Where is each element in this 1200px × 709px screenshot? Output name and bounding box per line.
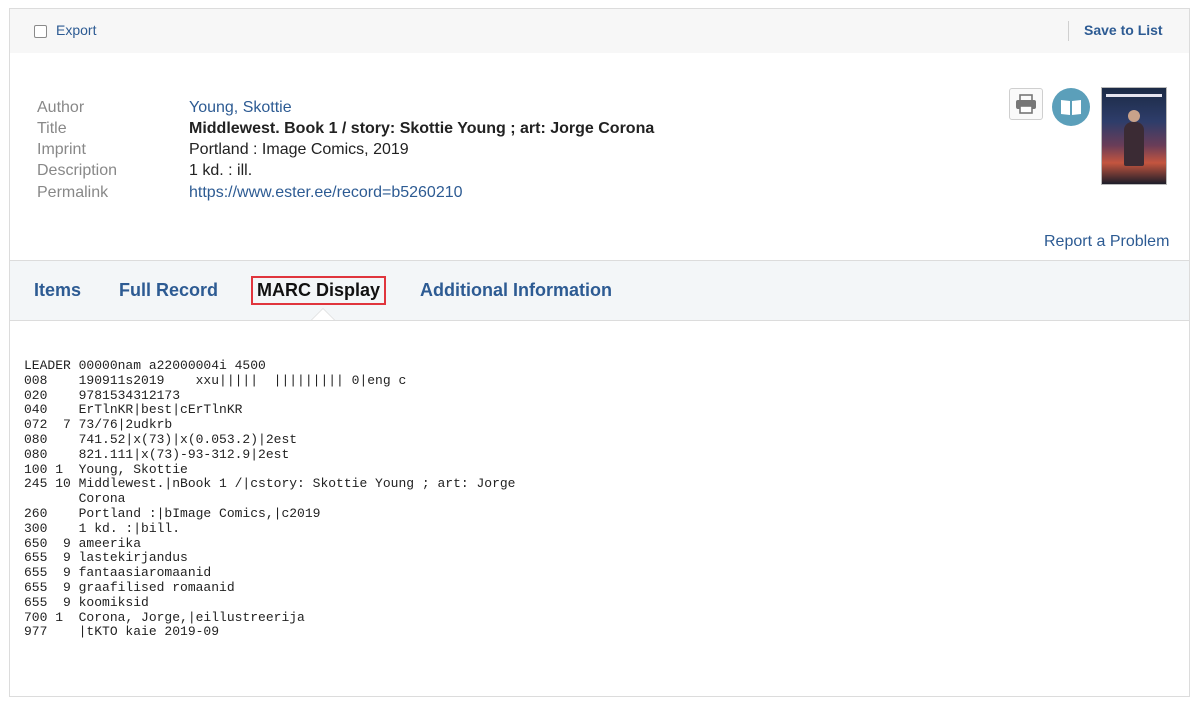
active-tab-pointer [312,309,334,320]
marc-line: 300 1 kd. :|bill. [24,520,181,536]
description-label: Description [37,162,118,179]
imprint-label: Imprint [37,141,86,158]
read-online-button[interactable] [1052,88,1090,126]
title-label: Title [37,120,67,137]
marc-line: 245 10 Middlewest.|nBook 1 /|cstory: Sko… [24,476,516,492]
marc-line: 072 7 73/76|2udkrb [24,417,173,433]
cover-title-strip [1106,94,1162,97]
tab-items[interactable]: Items [34,280,81,301]
marc-line: 655 9 koomiksid [24,594,149,610]
marc-line: 080 741.52|x(73)|x(0.053.2)|2est [24,431,298,447]
marc-line: 650 9 ameerika [24,535,142,551]
save-to-list-link[interactable]: Save to List [1084,22,1163,38]
tab-full-record[interactable]: Full Record [119,280,218,301]
marc-line: 977 |tKTO kaie 2019-09 [24,624,220,640]
record-toolbar: Export Save to List [10,9,1189,54]
title-value: Middlewest. Book 1 / story: Skottie Youn… [189,120,655,137]
description-value: 1 kd. : ill. [189,162,253,179]
permalink-link[interactable]: https://www.ester.ee/record=b5260210 [189,184,463,202]
export-checkbox[interactable] [34,25,47,38]
print-button[interactable] [1009,88,1043,120]
author-link[interactable]: Young, Skottie [189,99,292,117]
marc-line: 260 Portland :|bImage Comics,|c2019 [24,505,321,521]
marc-line: 655 9 lastekirjandus [24,550,188,566]
toolbar-divider [1068,21,1069,41]
marc-line: 655 9 fantaasiaromaanid [24,565,212,581]
marc-line: 040 ErTlnKR|best|cErTlnKR [24,402,243,418]
marc-record-listing: LEADER 00000nam a22000004i 4500 008 1909… [24,358,516,640]
tab-marc-display[interactable]: MARC Display [251,276,387,305]
marc-line: 008 190911s2019 xxu||||| ||||||||| 0|eng… [24,372,407,388]
report-problem-link[interactable]: Report a Problem [1044,233,1169,251]
permalink-label: Permalink [37,184,109,201]
export-label[interactable]: Export [56,22,96,38]
cover-figure [1124,122,1144,166]
marc-line: 700 1 Corona, Jorge,|eillustreerija [24,609,305,625]
printer-icon [1016,94,1036,114]
cover-figure-head [1128,110,1140,122]
marc-line: 080 821.111|x(73)-93-312.9|2est [24,446,290,462]
book-cover-image[interactable] [1101,87,1167,185]
author-label: Author [37,99,85,116]
imprint-value: Portland : Image Comics, 2019 [189,141,409,158]
marc-line: 100 1 Young, Skottie [24,461,188,477]
tab-additional-information[interactable]: Additional Information [420,280,612,301]
record-tabs: Items Full Record MARC Display Additiona… [10,260,1189,321]
marc-line: 020 9781534312173 [24,387,181,403]
book-icon [1061,100,1081,115]
marc-line: LEADER 00000nam a22000004i 4500 [24,358,266,373]
marc-line: Corona [24,491,126,507]
bib-record-details: Author Young, Skottie Title Middlewest. … [10,53,1189,260]
marc-line: 655 9 graafilised romaanid [24,579,235,595]
